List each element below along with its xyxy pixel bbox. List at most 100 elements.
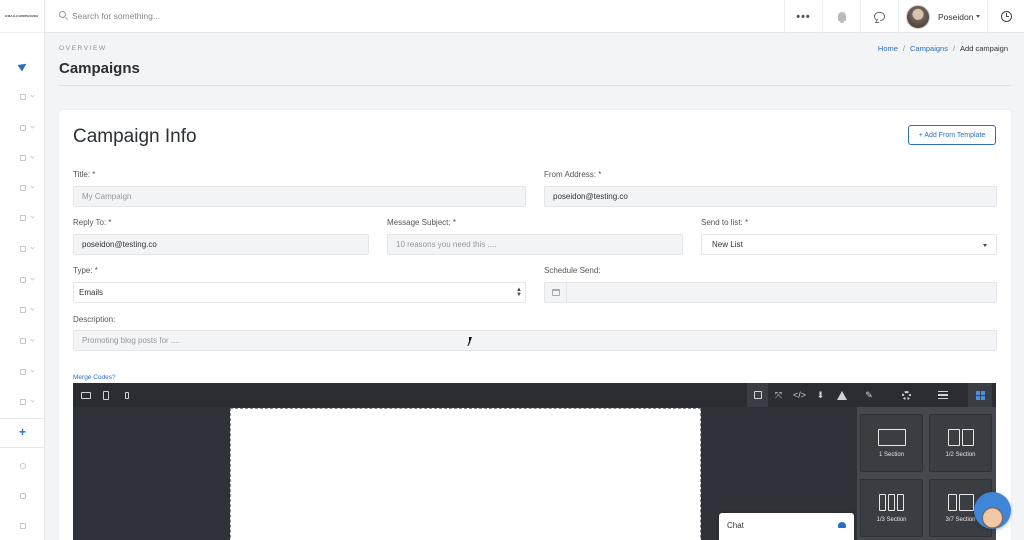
sidebar-item-globe[interactable]	[0, 451, 45, 481]
box-icon	[19, 277, 26, 283]
chevron-down-icon	[30, 368, 35, 373]
sidebar-divider	[0, 447, 45, 448]
one-section-icon	[877, 428, 906, 446]
sidebar-item-10[interactable]	[0, 357, 45, 387]
block-1-section[interactable]: 1 Section	[860, 414, 923, 472]
block-label: 1 Section	[878, 451, 905, 458]
type-label: Type: *	[73, 266, 98, 275]
sidebar-item-1[interactable]	[0, 82, 45, 112]
blocks-panel: 1 Section 1/2 Section 1/3 Section 3/7 Se…	[857, 407, 996, 540]
search-input[interactable]	[72, 8, 372, 24]
sidebar-item-7[interactable]	[0, 265, 45, 295]
menu-icon	[938, 391, 948, 399]
square-icon	[753, 391, 762, 399]
box-icon	[19, 369, 26, 375]
support-avatar[interactable]	[974, 492, 1011, 529]
code-view-button[interactable]: </>	[789, 383, 810, 407]
globe-icon	[19, 463, 26, 469]
tablet-view-button[interactable]	[99, 383, 113, 407]
chat-widget[interactable]: Chat	[719, 513, 854, 540]
sidebar-item-2[interactable]	[0, 113, 45, 143]
settings-button[interactable]	[894, 383, 918, 407]
sidebar-item-5[interactable]	[0, 203, 45, 233]
sidebar-item-3[interactable]	[0, 143, 45, 173]
notifications-button[interactable]	[822, 0, 860, 33]
chevron-down-icon	[30, 124, 35, 129]
add-from-template-button[interactable]: + Add From Template	[908, 125, 996, 145]
fullscreen-icon: ⤧	[774, 389, 783, 400]
search-icon	[59, 11, 66, 18]
download-icon: ⬇	[816, 389, 825, 400]
description-field[interactable]: Promoting blog posts for ....	[73, 330, 997, 351]
more-button[interactable]: •••	[784, 0, 822, 33]
chevron-down-icon	[30, 398, 35, 403]
sidebar-item-docs[interactable]	[0, 511, 45, 540]
mobile-view-button[interactable]	[120, 383, 134, 407]
caret-down-icon	[976, 15, 981, 18]
box-icon	[19, 307, 26, 313]
mobile-icon	[125, 391, 129, 399]
sidebar-item-6[interactable]	[0, 234, 45, 264]
breadcrumb-separator: /	[952, 44, 956, 53]
brush-icon: ✎	[865, 389, 873, 400]
sidebar-item-campaigns[interactable]	[0, 51, 45, 81]
block-1-3-section[interactable]: 1/3 Section	[860, 479, 923, 537]
type-value: Emails	[79, 288, 104, 297]
reply-to-label: Reply To: *	[73, 218, 112, 227]
warnings-button[interactable]	[831, 383, 852, 407]
campaign-info-card: Campaign Info + Add From Template Title:…	[59, 110, 1011, 540]
outline-button[interactable]	[747, 383, 768, 407]
sidebar-item-9[interactable]	[0, 326, 45, 356]
people-icon	[838, 522, 846, 528]
sidebar-item-11[interactable]	[0, 387, 45, 417]
block-1-2-section[interactable]: 1/2 Section	[929, 414, 992, 472]
breadcrumb-campaigns[interactable]: Campaigns	[910, 44, 948, 53]
sidebar-item-announce[interactable]	[0, 481, 45, 511]
gear-icon	[901, 390, 911, 400]
layers-button[interactable]	[931, 383, 955, 407]
breadcrumb-separator: /	[902, 44, 906, 53]
breadcrumb: Home / Campaigns / Add campaign	[878, 44, 1008, 53]
type-select[interactable]: Emails ▲ ▼	[73, 282, 526, 303]
sidebar-item-4[interactable]	[0, 173, 45, 203]
email-editor: ⤧ </> ⬇ ✎ 1 Section 1/2 Section 1/3 Sect…	[73, 383, 996, 540]
merge-codes-link[interactable]: Merge Codes?	[73, 374, 116, 381]
copy-icon	[19, 338, 26, 344]
messages-button[interactable]	[860, 0, 898, 33]
bell-icon	[837, 12, 846, 23]
block-label: 1/3 Section	[876, 516, 907, 523]
breadcrumb-current: Add campaign	[960, 44, 1008, 53]
mail-icon	[19, 246, 26, 252]
chevron-down-icon	[30, 306, 35, 311]
user-menu[interactable]: Poseidon	[898, 0, 987, 33]
schedule-field[interactable]	[544, 282, 997, 303]
subject-field[interactable]: 10 reasons you need this ....	[387, 234, 683, 255]
megaphone-icon	[19, 493, 26, 499]
grid-icon	[975, 390, 985, 400]
from-address-field[interactable]: poseidon@testing.co	[544, 186, 997, 207]
fullscreen-button[interactable]: ⤧	[768, 383, 789, 407]
calendar-button[interactable]	[545, 283, 567, 302]
app-logo[interactable]: EMAILCHIMPANZEE	[0, 0, 44, 33]
timer-button[interactable]	[987, 0, 1024, 33]
title-field[interactable]: My Campaign	[73, 186, 526, 207]
card-title: Campaign Info	[73, 126, 197, 147]
reply-to-field[interactable]: poseidon@testing.co	[73, 234, 369, 255]
blocks-button[interactable]	[968, 383, 992, 407]
file-icon	[19, 399, 26, 405]
export-button[interactable]: ⬇	[810, 383, 831, 407]
editor-canvas[interactable]	[230, 408, 701, 540]
page-title: Campaigns	[59, 60, 140, 77]
caret-down-icon	[983, 244, 987, 247]
three-section-icon	[879, 493, 904, 511]
breadcrumb-home[interactable]: Home	[878, 44, 898, 53]
chevron-down-icon	[30, 214, 35, 219]
page-overline: OVERVIEW	[59, 45, 107, 52]
warning-icon	[836, 390, 847, 400]
sidebar-item-8[interactable]	[0, 295, 45, 325]
sidebar-divider	[0, 418, 45, 419]
desktop-view-button[interactable]	[78, 383, 94, 407]
send-to-list-select[interactable]: New List	[701, 234, 997, 255]
plus-icon[interactable]: +	[0, 425, 45, 439]
style-manager-button[interactable]: ✎	[857, 383, 881, 407]
